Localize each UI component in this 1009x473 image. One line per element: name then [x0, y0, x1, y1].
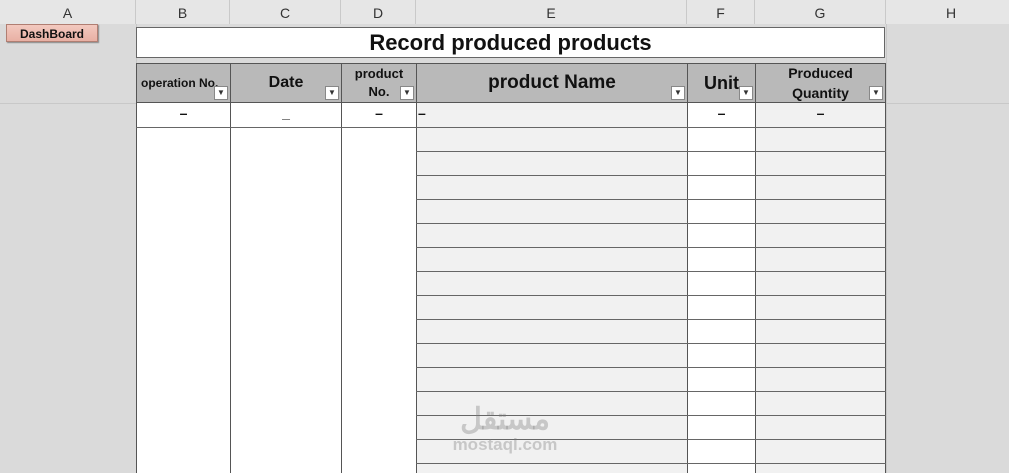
column-header-g[interactable]: G — [755, 0, 886, 24]
row-divider — [416, 175, 886, 176]
header-operation-no[interactable]: operation No. ▼ — [136, 63, 231, 103]
column-header-e[interactable]: E — [416, 0, 687, 24]
row-divider — [416, 319, 886, 320]
filter-dropdown-icon[interactable]: ▼ — [400, 86, 414, 100]
header-produced-quantity-label-1: Produced — [788, 65, 853, 81]
row-divider — [416, 343, 886, 344]
header-product-no-label-2: No. — [368, 84, 390, 99]
row-divider — [416, 223, 886, 224]
header-product-no[interactable]: product No. ▼ — [341, 63, 417, 103]
first-row-fill — [417, 104, 687, 127]
row-divider — [416, 391, 886, 392]
column-header-f[interactable]: F — [687, 0, 755, 24]
gridline — [0, 103, 136, 104]
cell-operation-no[interactable]: – — [136, 104, 231, 127]
column-product-no[interactable] — [341, 103, 417, 473]
column-header-bar: A B C D E F G H — [0, 0, 1009, 25]
row-divider — [416, 271, 886, 272]
column-produced-quantity[interactable] — [755, 103, 886, 473]
column-header-b[interactable]: B — [136, 0, 230, 24]
page-title: Record produced products — [136, 27, 885, 58]
row-divider — [136, 127, 886, 128]
header-unit[interactable]: Unit ▼ — [687, 63, 756, 103]
row-divider — [416, 415, 886, 416]
header-product-name[interactable]: product Name ▼ — [416, 63, 688, 103]
column-header-h[interactable]: H — [886, 0, 1009, 24]
row-divider — [416, 463, 886, 464]
row-divider — [416, 199, 886, 200]
row-divider — [416, 295, 886, 296]
gridline — [886, 103, 1009, 104]
gridline — [886, 24, 887, 473]
header-operation-no-label: operation No. — [141, 76, 219, 90]
filter-dropdown-icon[interactable]: ▼ — [869, 86, 883, 100]
header-date[interactable]: Date ▼ — [230, 63, 342, 103]
column-date[interactable] — [230, 103, 342, 473]
column-unit[interactable] — [687, 103, 756, 473]
filter-dropdown-icon[interactable]: ▼ — [325, 86, 339, 100]
row-divider — [416, 151, 886, 152]
row-divider — [416, 247, 886, 248]
header-unit-label: Unit — [704, 72, 739, 93]
filter-dropdown-icon[interactable]: ▼ — [671, 86, 685, 100]
row-divider — [416, 439, 886, 440]
column-product-name[interactable] — [416, 103, 688, 473]
column-operation-no[interactable] — [136, 103, 231, 473]
header-date-label: Date — [268, 74, 304, 91]
filter-dropdown-icon[interactable]: ▼ — [214, 86, 228, 100]
header-produced-quantity-label-2: Quantity — [792, 85, 849, 101]
column-header-a[interactable]: A — [0, 0, 136, 24]
cell-date[interactable]: _ — [230, 104, 342, 127]
column-header-c[interactable]: C — [230, 0, 341, 24]
row-divider — [416, 367, 886, 368]
dashboard-button[interactable]: DashBoard — [6, 24, 98, 42]
filter-dropdown-icon[interactable]: ▼ — [739, 86, 753, 100]
header-product-name-label: product Name — [488, 72, 616, 93]
cell-product-no[interactable]: – — [341, 104, 417, 127]
header-produced-quantity[interactable]: Produced Quantity ▼ — [755, 63, 886, 103]
cell-unit[interactable]: – — [687, 104, 756, 127]
header-product-no-label-1: product — [354, 66, 404, 81]
column-header-d[interactable]: D — [341, 0, 416, 24]
cell-product-name[interactable]: – — [418, 104, 438, 127]
cell-produced-quantity[interactable]: – — [755, 104, 886, 127]
